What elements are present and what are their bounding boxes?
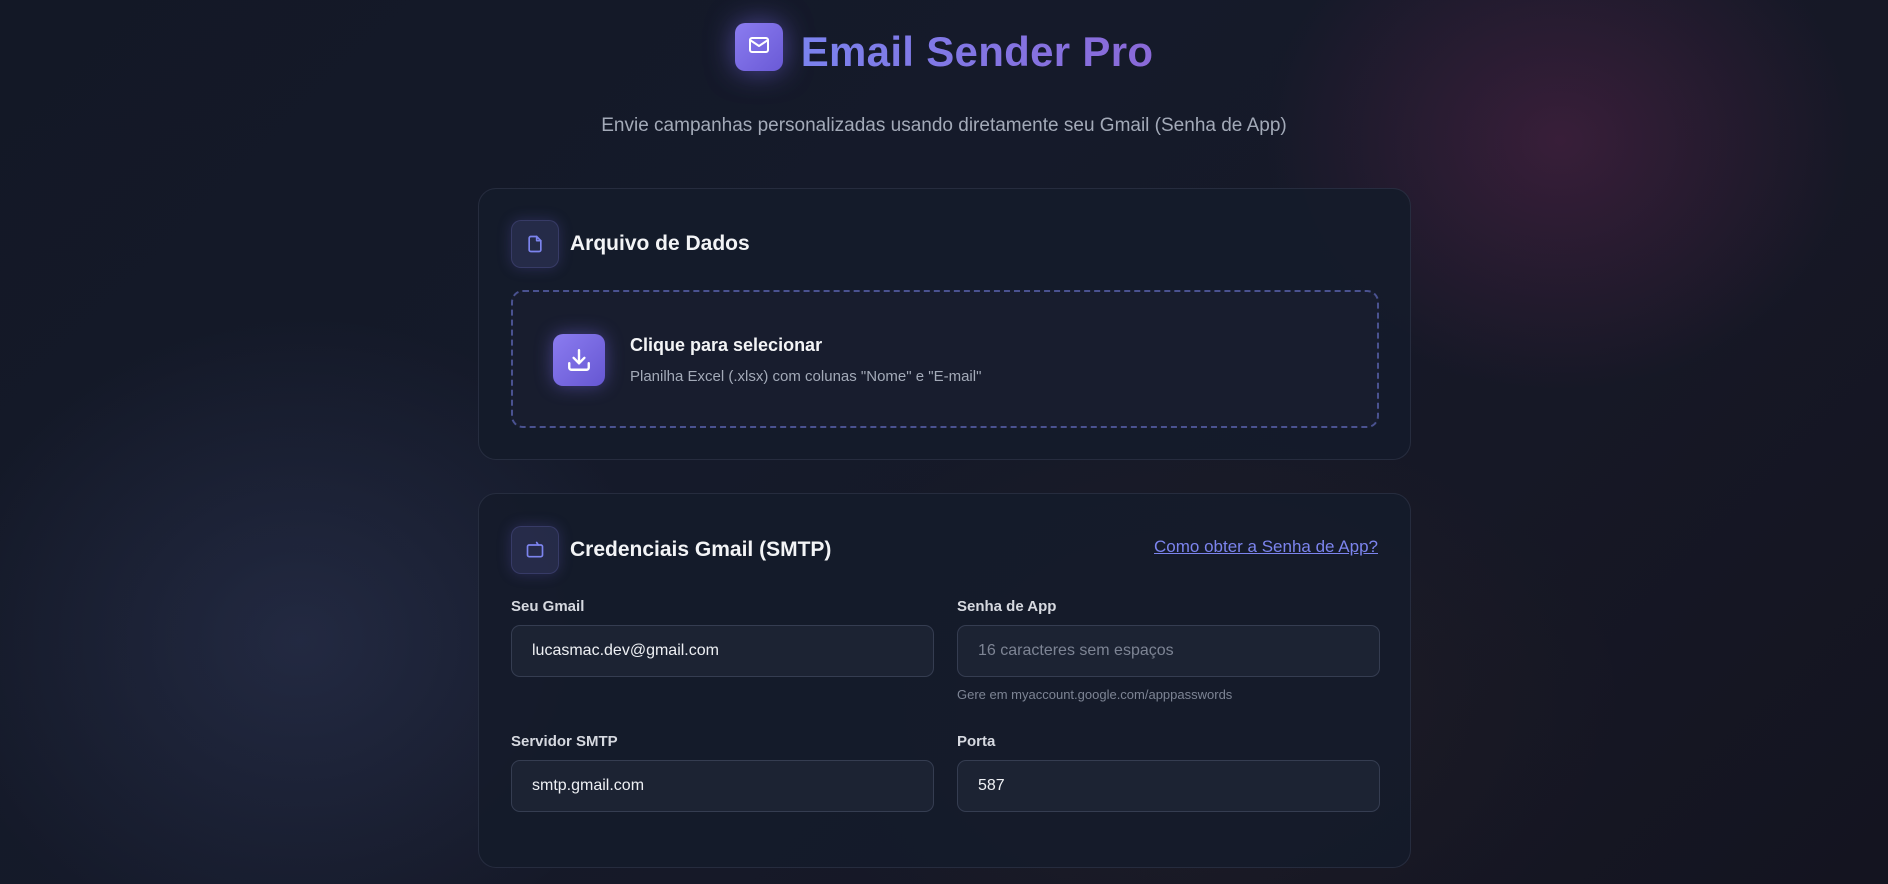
gmail-label: Seu Gmail (511, 598, 585, 615)
app-password-label: Senha de App (957, 598, 1057, 615)
data-file-card-title: Arquivo de Dados (570, 232, 750, 255)
gmail-input[interactable] (511, 625, 934, 677)
smtp-card-title: Credenciais Gmail (SMTP) (570, 538, 832, 561)
dropzone-description: Planilha Excel (.xlsx) com colunas "Nome… (630, 368, 982, 385)
smtp-server-label: Servidor SMTP (511, 733, 618, 750)
dropzone-title: Clique para selecionar (630, 335, 823, 355)
page-subtitle: Envie campanhas personalizadas usando di… (601, 115, 1287, 136)
app-password-help-link[interactable]: Como obter a Senha de App? (1154, 537, 1378, 557)
data-file-card: Arquivo de Dados Clique para selecionar … (478, 188, 1411, 460)
mail-icon (747, 33, 771, 62)
port-label: Porta (957, 733, 996, 750)
app-header: Email Sender Pro (0, 23, 1888, 76)
cast-icon (511, 526, 559, 574)
file-dropzone[interactable]: Clique para selecionar Planilha Excel (.… (511, 290, 1379, 428)
app-logo (734, 23, 783, 71)
download-icon (553, 334, 605, 386)
smtp-credentials-card: Credenciais Gmail (SMTP) Como obter a Se… (478, 493, 1411, 868)
page-title: Email Sender Pro (800, 28, 1154, 75)
file-icon (511, 220, 559, 268)
app-password-hint: Gere em myaccount.google.com/apppassword… (957, 687, 1233, 702)
smtp-server-input[interactable] (511, 760, 934, 812)
app-password-input[interactable] (957, 625, 1380, 677)
port-input[interactable] (957, 760, 1380, 812)
